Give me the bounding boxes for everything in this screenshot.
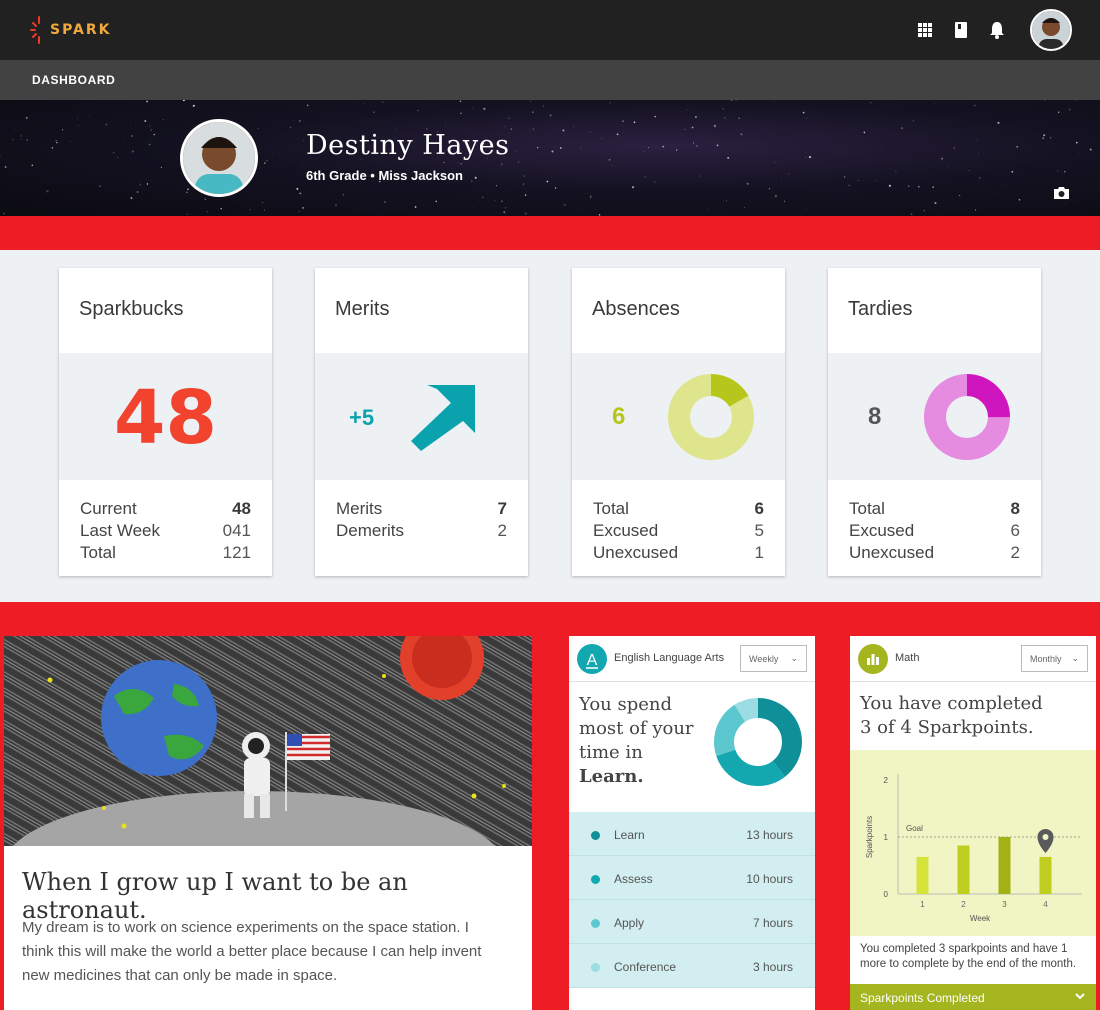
- tardies-value: 8: [868, 403, 882, 430]
- ela-subject-icon: A: [577, 644, 607, 674]
- goal-label: Goal: [906, 824, 923, 833]
- bell-icon[interactable]: [988, 21, 1006, 39]
- stat-row: Unexcused 2: [849, 543, 1020, 562]
- astronaut-drawing: [4, 636, 532, 846]
- profile-banner: Destiny Hayes 6th Grade • Miss Jackson: [0, 100, 1100, 216]
- student-name: Destiny Hayes: [306, 130, 510, 161]
- dashboard-title: DASHBOARD: [32, 73, 116, 87]
- chevron-down-icon: ⌄: [1071, 653, 1079, 663]
- x-tick-label: 1: [920, 900, 925, 909]
- stats-section: Sparkbucks 48 Current 48 Last Week 041 Tot…: [0, 250, 1100, 602]
- math-subject-name: Math: [895, 652, 920, 664]
- y-tick-label: 1: [884, 833, 889, 842]
- bar-chart-icon: [858, 644, 888, 674]
- stat-row: Excused 6: [849, 521, 1020, 540]
- merits-card[interactable]: Merits +5 Merits 7 Demerits 2: [315, 268, 528, 576]
- sparkbucks-value: 48: [114, 375, 217, 461]
- x-tick-label: 3: [1002, 900, 1007, 909]
- bar-week-1: [916, 856, 929, 894]
- list-item[interactable]: Assess 10 hours: [569, 856, 815, 900]
- chevron-down-icon: [1075, 993, 1085, 1000]
- x-tick-label: 2: [961, 900, 966, 909]
- math-note: You completed 3 sparkpoints and have 1 m…: [860, 943, 1077, 970]
- ela-time-list: Learn 13 hours Assess 10 hours Apply 7 hour…: [569, 812, 815, 988]
- dashboard-bar: DASHBOARD: [0, 60, 1100, 100]
- spark-logo[interactable]: SPARK: [30, 12, 112, 48]
- y-tick-label: 0: [884, 890, 889, 899]
- ela-time-donut: [714, 698, 802, 786]
- chevron-down-icon: ⌄: [790, 653, 798, 663]
- user-avatar[interactable]: [1030, 9, 1072, 51]
- sparkpoints-bar-chart: 0 1 2 Goal 1 2 3 4 Week Sparkpoints: [865, 774, 1082, 923]
- bar-week-3: [998, 837, 1011, 894]
- card-title: Tardies: [848, 298, 913, 320]
- apps-grid-icon[interactable]: [916, 21, 934, 39]
- y-axis-label: Sparkpoints: [865, 816, 874, 858]
- spark-burst-icon: [30, 16, 40, 44]
- sparkbucks-card[interactable]: Sparkbucks 48 Current 48 Last Week 041 Tot…: [59, 268, 272, 576]
- card-title: Sparkbucks: [79, 298, 184, 320]
- merits-delta: +5: [349, 405, 375, 430]
- logo-text: SPARK: [50, 22, 112, 38]
- location-pin-dot: [1042, 833, 1049, 840]
- absences-donut: [668, 374, 754, 460]
- stat-row: Last Week 041: [80, 521, 251, 540]
- stat-row: Total 121: [80, 543, 251, 562]
- math-period-select[interactable]: Monthly ⌄: [1021, 645, 1088, 672]
- math-summary: You have completed 3 of 4 Sparkpoints.: [860, 693, 1043, 738]
- camera-icon[interactable]: [1053, 186, 1070, 205]
- absences-card[interactable]: Absences 6 Total 6 Excused 5 Unexcused 1: [572, 268, 785, 576]
- absences-value: 6: [612, 403, 626, 430]
- card-title: Absences: [592, 298, 680, 320]
- bar-week-4: [1039, 856, 1052, 894]
- essay-card[interactable]: When I grow up I want to be an astronaut…: [4, 636, 532, 1010]
- list-item[interactable]: Learn 13 hours: [569, 812, 815, 856]
- tardies-card[interactable]: Tardies 8 Total 8 Excused 6 Unexcused 2: [828, 268, 1041, 576]
- card-title: Merits: [335, 298, 390, 320]
- stat-row: Total 8: [849, 499, 1020, 518]
- starfield-background: [0, 100, 1092, 216]
- ela-card[interactable]: A English Language Arts Weekly ⌄ You spe…: [569, 636, 815, 1010]
- y-tick-label: 2: [884, 776, 889, 785]
- stat-row: Total 6: [593, 499, 764, 518]
- stat-row: Current 48: [80, 499, 251, 518]
- ela-summary: You spend most of your time in Learn.: [579, 694, 694, 787]
- arrow-up-right-icon: [411, 385, 475, 451]
- ela-subject-name: English Language Arts: [614, 652, 725, 664]
- tardies-donut: [924, 374, 1010, 460]
- math-card[interactable]: Math Monthly ⌄ You have completed 3 of 4…: [850, 636, 1096, 1010]
- x-tick-label: 4: [1043, 900, 1048, 909]
- sparkpoints-completed-toggle[interactable]: Sparkpoints Completed: [850, 984, 1096, 1010]
- stat-row: Demerits 2: [336, 521, 507, 540]
- top-bar: SPARK: [0, 0, 1100, 60]
- sparkpoints-chart: 0 1 2 Goal 1 2 3 4 Week Sparkpoints: [850, 750, 1096, 936]
- svg-text:A: A: [587, 652, 598, 669]
- list-item[interactable]: Apply 7 hours: [569, 900, 815, 944]
- x-axis-label: Week: [970, 914, 991, 923]
- stat-row: Unexcused 1: [593, 543, 764, 562]
- list-item[interactable]: Conference 3 hours: [569, 944, 815, 988]
- ela-period-select[interactable]: Weekly ⌄: [740, 645, 807, 672]
- book-icon[interactable]: [952, 21, 970, 39]
- profile-avatar: [180, 119, 258, 197]
- bar-week-2: [957, 845, 970, 894]
- student-grade-teacher: 6th Grade • Miss Jackson: [306, 168, 464, 183]
- stat-row: Merits 7: [336, 499, 507, 518]
- stat-row: Excused 5: [593, 521, 764, 540]
- essay-body: My dream is to work on science experimen…: [22, 919, 482, 984]
- location-pin-icon: [1037, 828, 1054, 853]
